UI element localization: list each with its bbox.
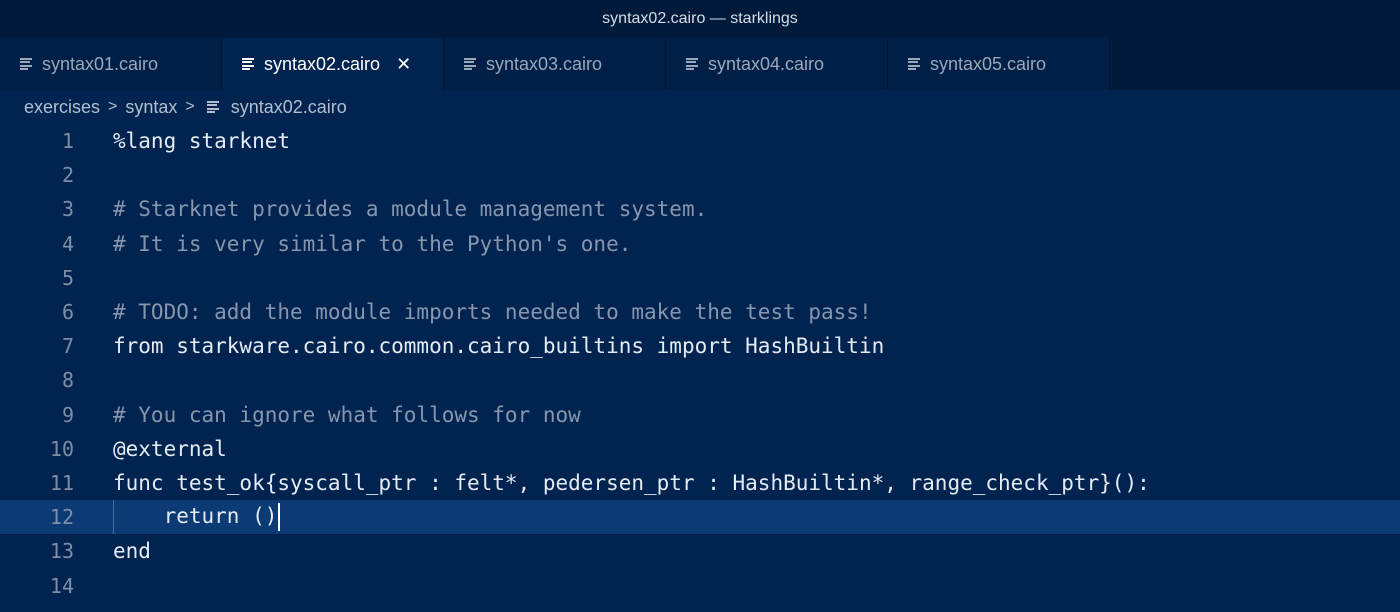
- breadcrumb: exercises > syntax > syntax02.cairo: [0, 90, 1400, 124]
- tab-syntax04[interactable]: syntax04.cairo: [666, 38, 888, 90]
- tab-label: syntax02.cairo: [264, 53, 381, 74]
- code-content: func test_ok{syscall_ptr : felt*, peders…: [113, 470, 1150, 495]
- line-number: 1: [61, 129, 74, 154]
- code-content: # TODO: add the module imports needed to…: [113, 300, 872, 325]
- tab-syntax03[interactable]: syntax03.cairo: [444, 38, 666, 90]
- file-icon: [242, 57, 254, 71]
- breadcrumb-item-file[interactable]: syntax02.cairo: [231, 97, 347, 118]
- file-icon: [908, 57, 920, 71]
- line-number: 14: [49, 573, 74, 598]
- code-editor[interactable]: 1 %lang starknet 2 3 # Starknet provides a m…: [0, 124, 1400, 612]
- line-number: 12: [49, 505, 74, 530]
- line-number: 7: [61, 334, 74, 359]
- breadcrumb-separator: >: [108, 98, 118, 115]
- code-line[interactable]: 6 # TODO: add the module imports needed t…: [0, 295, 1400, 329]
- code-content: # Starknet provides a module management …: [113, 197, 708, 222]
- code-content: return (): [113, 504, 278, 529]
- current-code-line[interactable]: 12 return (): [0, 500, 1400, 535]
- tab-syntax02[interactable]: syntax02.cairo ✕: [222, 38, 444, 90]
- line-number: 9: [61, 402, 74, 427]
- file-icon: [686, 57, 698, 71]
- tab-label: syntax04.cairo: [708, 53, 825, 74]
- code-line[interactable]: 5: [0, 261, 1400, 295]
- code-comment: # Starknet provides a module management …: [113, 197, 707, 221]
- window-title: syntax02.cairo — starklings: [602, 10, 798, 27]
- code-content: @external: [113, 436, 227, 461]
- code-line[interactable]: 1 %lang starknet: [0, 124, 1400, 158]
- code-line[interactable]: 3 # Starknet provides a module management…: [0, 192, 1400, 226]
- line-number: 6: [61, 300, 74, 325]
- code-text: from starkware.cairo.common.cairo_builti…: [113, 334, 884, 358]
- code-content: # You can ignore what follows for now: [113, 402, 581, 427]
- code-line[interactable]: 14: [0, 568, 1400, 602]
- window-titlebar: syntax02.cairo — starklings: [0, 0, 1400, 38]
- code-content: # It is very similar to the Python's one…: [113, 231, 632, 256]
- code-content: end: [113, 539, 151, 564]
- code-content: %lang starknet: [113, 129, 291, 154]
- breadcrumb-separator: >: [185, 98, 195, 115]
- breadcrumb-item-exercises[interactable]: exercises: [24, 97, 100, 118]
- line-number: 2: [61, 163, 74, 188]
- code-line[interactable]: 4 # It is very similar to the Python's on…: [0, 227, 1400, 261]
- code-line[interactable]: 8: [0, 363, 1400, 397]
- code-text: %lang starknet: [113, 129, 290, 153]
- line-number: 5: [61, 265, 74, 290]
- line-number: 10: [49, 436, 74, 461]
- code-line[interactable]: 9 # You can ignore what follows for now: [0, 398, 1400, 432]
- code-line[interactable]: 7 from starkware.cairo.common.cairo_built…: [0, 329, 1400, 363]
- tab-syntax01[interactable]: syntax01.cairo: [0, 38, 222, 90]
- file-icon: [206, 100, 219, 114]
- file-icon: [464, 57, 476, 71]
- line-number: 13: [49, 539, 74, 564]
- code-line[interactable]: 2: [0, 158, 1400, 192]
- tab-label: syntax03.cairo: [486, 53, 603, 74]
- file-icon: [20, 57, 32, 71]
- line-number: 8: [61, 368, 74, 393]
- code-comment: # TODO: add the module imports needed to…: [113, 300, 872, 324]
- code-text: @external: [113, 437, 227, 461]
- code-line[interactable]: 10 @external: [0, 432, 1400, 466]
- tab-bar: syntax01.cairo syntax02.cairo ✕ syntax03…: [0, 38, 1400, 90]
- breadcrumb-item-syntax[interactable]: syntax: [125, 97, 177, 118]
- code-comment: # It is very similar to the Python's one…: [113, 232, 631, 256]
- code-content: from starkware.cairo.common.cairo_builti…: [113, 334, 885, 359]
- tab-syntax05[interactable]: syntax05.cairo: [888, 38, 1110, 90]
- code-line[interactable]: 11 func test_ok{syscall_ptr : felt*, pede…: [0, 466, 1400, 500]
- code-text: end: [113, 539, 151, 563]
- line-number: 11: [49, 470, 74, 495]
- tab-label: syntax05.cairo: [930, 53, 1047, 74]
- line-number: 3: [61, 197, 74, 222]
- line-number: 4: [61, 231, 74, 256]
- close-icon[interactable]: ✕: [396, 55, 411, 73]
- code-text: func test_ok{syscall_ptr : felt*, peders…: [113, 471, 1150, 495]
- text-cursor: [278, 503, 281, 532]
- code-comment: # You can ignore what follows for now: [113, 403, 581, 427]
- tab-label: syntax01.cairo: [42, 53, 159, 74]
- code-line[interactable]: 13 end: [0, 534, 1400, 568]
- code-text: return (): [113, 503, 281, 532]
